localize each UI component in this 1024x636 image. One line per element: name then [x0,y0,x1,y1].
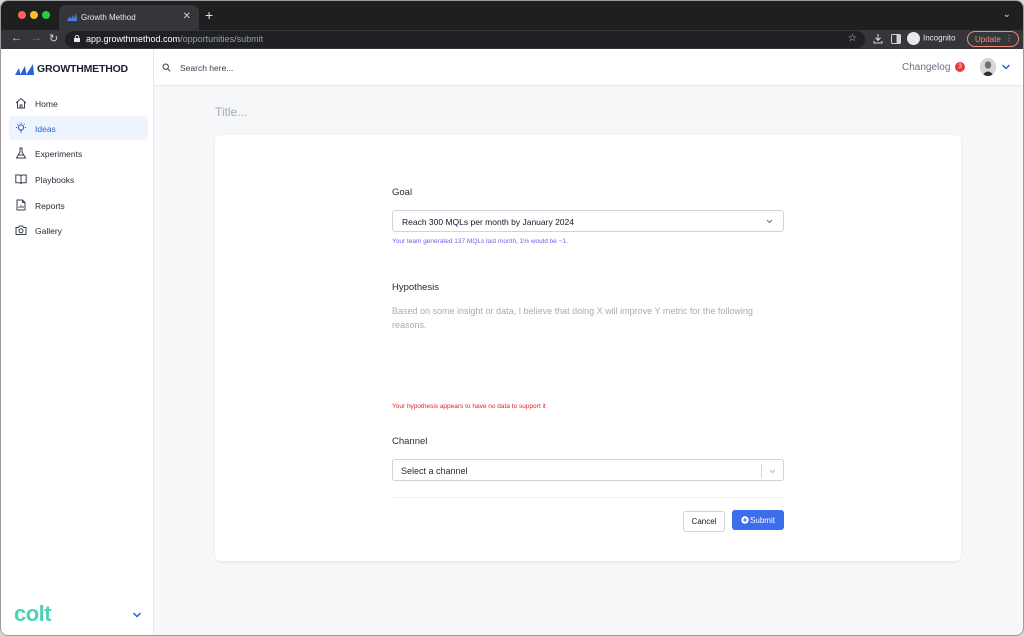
cancel-button[interactable]: Cancel [683,511,725,532]
browser-window: Growth Method ✕ + ⌄ ← → ↻ app.growthmeth… [0,0,1024,636]
hypothesis-error-message: Your hypothesis appears to have no data … [392,403,546,410]
side-panel-icon[interactable] [891,34,901,44]
sidebar: GROWTHMETHOD Home Ideas Experiments Play… [1,49,154,635]
download-icon[interactable] [873,34,883,44]
channel-label: Channel [392,436,428,447]
sidebar-item-experiments[interactable]: Experiments [9,141,148,165]
url-path: /opportunities/submit [180,34,264,44]
submit-button[interactable]: Submit [732,510,784,530]
tab-strip: Growth Method ✕ + ⌄ [1,1,1023,30]
channel-select[interactable]: Select a channel [392,459,784,481]
sidebar-item-playbooks[interactable]: Playbooks [9,167,148,191]
more-options-icon: ⋮ [1005,34,1013,43]
close-tab-icon[interactable]: ✕ [183,11,191,22]
lock-icon [74,35,80,42]
search-icon [162,63,171,72]
maximize-window-button[interactable] [42,11,50,19]
new-tab-button[interactable]: + [205,7,213,23]
plus-circle-icon [741,515,749,524]
bookmark-star-icon[interactable]: ☆ [848,33,857,44]
minimize-window-button[interactable] [30,11,38,19]
camera-icon [15,225,27,235]
sidebar-item-label: Reports [35,201,65,211]
channel-placeholder: Select a channel [401,466,468,476]
browser-toolbar: ← → ↻ app.growthmethod.com/opportunities… [1,30,1023,49]
goal-selected-value: Reach 300 MQLs per month by January 2024 [402,217,574,227]
changelog-count-badge: 3 [955,62,965,72]
browser-tab[interactable]: Growth Method ✕ [59,5,199,30]
goal-select[interactable]: Reach 300 MQLs per month by January 2024 [392,210,784,232]
sidebar-item-gallery[interactable]: Gallery [9,218,148,242]
growth-method-logo-icon [15,63,34,75]
update-button[interactable]: Update ⋮ [967,31,1019,47]
reload-icon[interactable]: ↻ [49,32,58,45]
sidebar-item-label: Experiments [35,149,83,159]
home-icon [15,97,27,109]
close-window-button[interactable] [18,11,26,19]
brand-logo[interactable]: GROWTHMETHOD [15,63,128,77]
brand-name: GROWTHMETHOD [37,63,128,75]
user-avatar[interactable] [980,58,996,76]
top-header: Changelog 3 [154,49,1023,86]
address-bar[interactable]: app.growthmethod.com/opportunities/submi… [65,31,865,48]
sidebar-item-home[interactable]: Home [9,91,148,115]
changelog-link[interactable]: Changelog [902,62,950,73]
incognito-label: Incognito [923,33,956,43]
select-separator [761,464,762,478]
sidebar-item-label: Ideas [35,124,56,134]
tab-search-chevron-icon[interactable]: ⌄ [1003,9,1011,20]
organization-logo[interactable]: colt [14,601,52,627]
sidebar-item-label: Gallery [35,226,62,236]
hypothesis-textarea[interactable] [392,304,784,394]
sidebar-item-ideas[interactable]: Ideas [9,116,148,140]
idea-title-input[interactable]: Title... [215,105,247,119]
report-icon [16,199,26,211]
tab-title: Growth Method [81,13,136,22]
organization-chevron-down-icon[interactable] [132,611,142,619]
book-icon [15,174,27,185]
sidebar-item-label: Playbooks [35,175,75,185]
incognito-icon [907,32,920,45]
url-host: app.growthmethod.com [86,34,181,44]
lightbulb-icon [16,122,26,133]
sidebar-item-reports[interactable]: Reports [9,193,148,217]
sidebar-item-label: Home [35,99,58,109]
update-label: Update [975,35,1001,44]
growth-method-favicon-icon [67,13,77,21]
flask-icon [15,147,27,159]
forward-arrow-icon[interactable]: → [31,32,42,44]
chevron-down-icon [766,219,773,224]
chevron-down-icon [769,469,776,474]
search-input[interactable] [180,61,480,75]
hypothesis-label: Hypothesis [392,282,439,293]
user-menu-chevron-down-icon[interactable] [1001,63,1011,71]
user-photo-icon [980,58,996,76]
submit-label: Submit [750,515,775,525]
form-divider [392,497,784,498]
goal-hint: Your team generated 137 MQLs last month,… [392,238,568,245]
back-arrow-icon[interactable]: ← [11,32,22,44]
goal-label: Goal [392,187,413,198]
incognito-indicator[interactable]: Incognito [907,32,955,45]
